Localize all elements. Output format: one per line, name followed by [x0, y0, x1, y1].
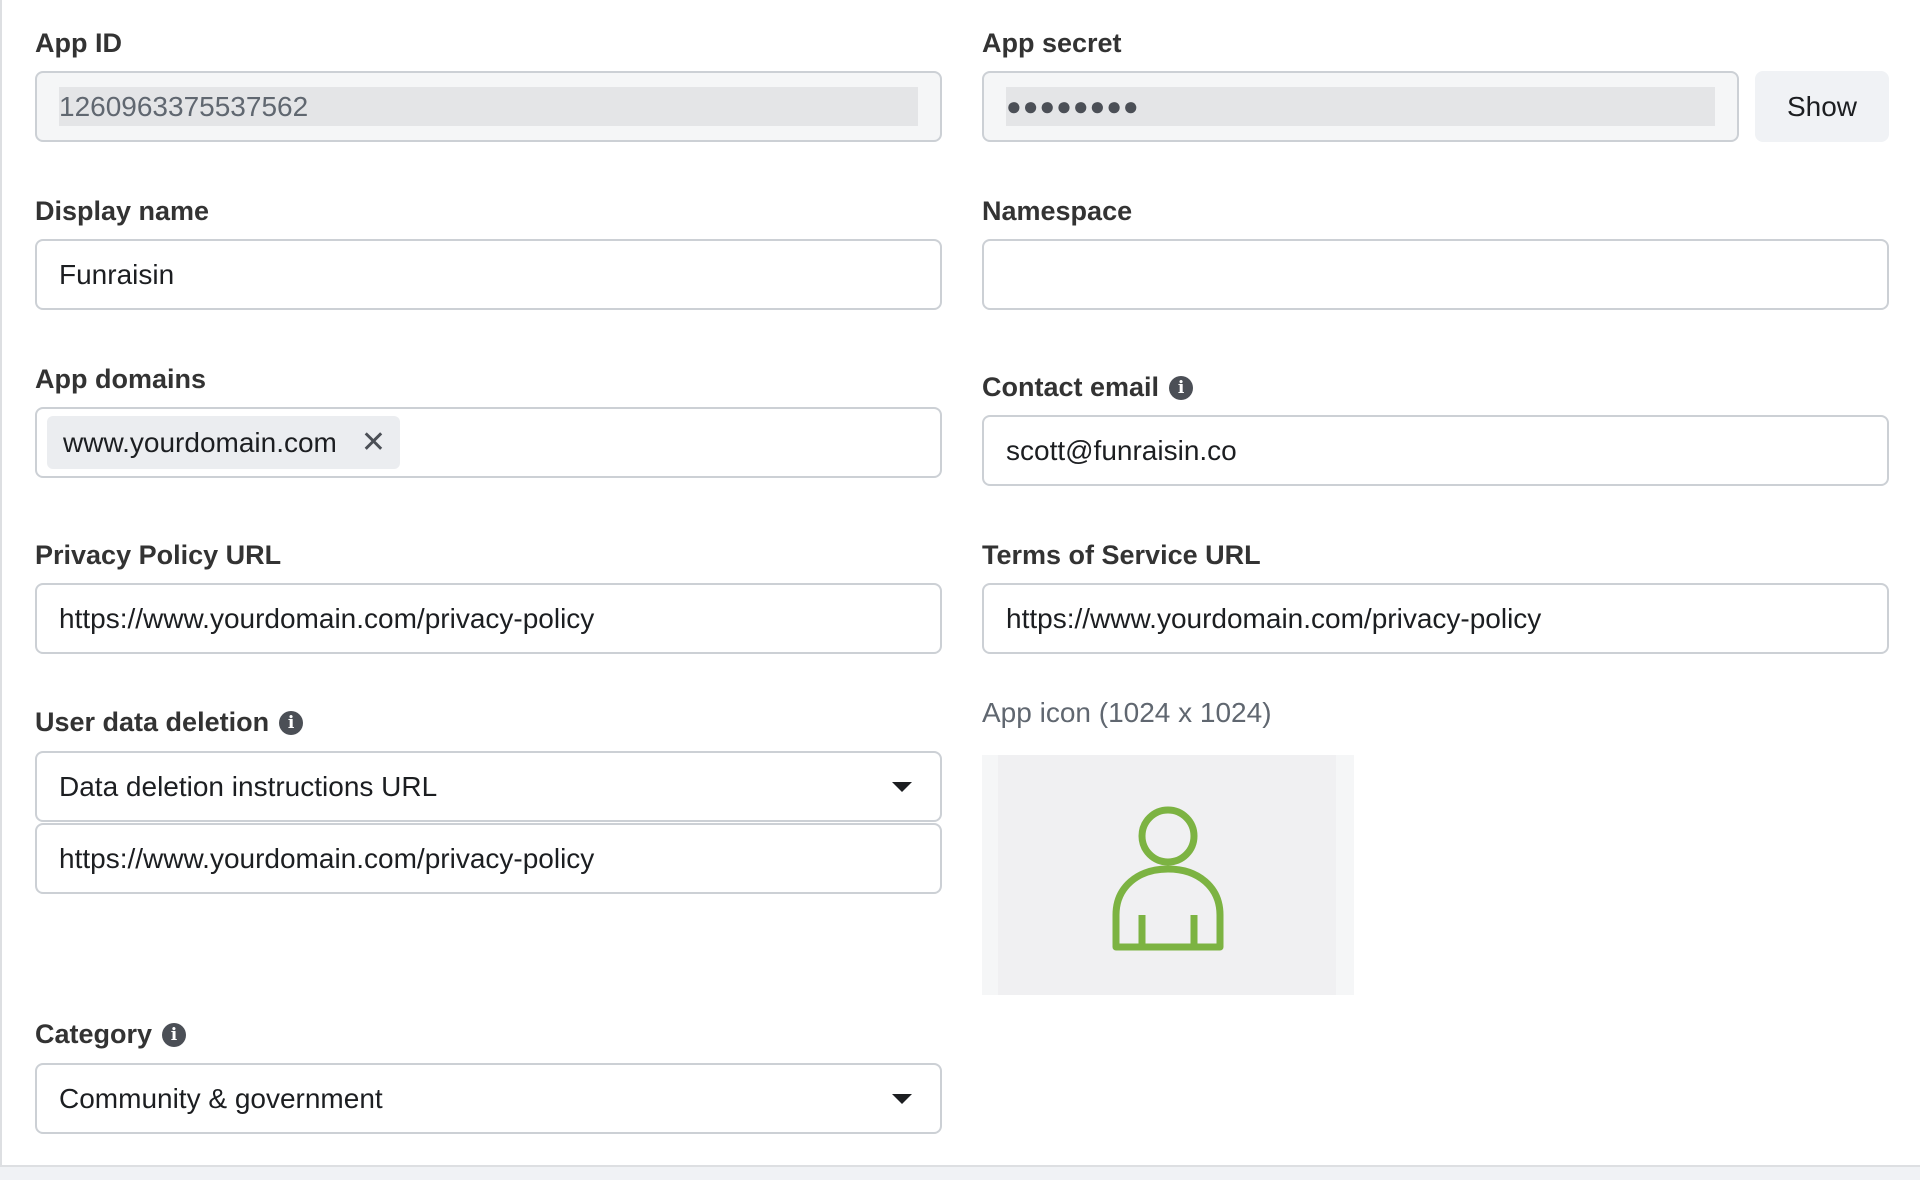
app-settings-panel: App ID 1260963375537562 App secret ●●●●●… [0, 0, 1920, 1167]
privacy-policy-value: https://www.yourdomain.com/privacy-polic… [59, 602, 595, 634]
terms-of-service-input[interactable]: https://www.yourdomain.com/privacy-polic… [982, 583, 1889, 654]
terms-of-service-value: https://www.yourdomain.com/privacy-polic… [1006, 602, 1542, 634]
app-id-value: 1260963375537562 [59, 90, 309, 122]
display-name-input[interactable]: Funraisin [35, 239, 942, 310]
domain-tag-label: www.yourdomain.com [63, 426, 337, 458]
app-id-field[interactable]: 1260963375537562 [35, 71, 942, 142]
category-selected: Community & government [59, 1082, 383, 1114]
terms-of-service-label: Terms of Service URL [982, 540, 1261, 570]
contact-email-input[interactable]: scott@funraisin.co [982, 415, 1889, 486]
data-deletion-url-value: https://www.yourdomain.com/privacy-polic… [59, 842, 595, 874]
namespace-label: Namespace [982, 196, 1133, 226]
app-icon-upload[interactable] [982, 755, 1354, 995]
user-data-deletion-label: User data deletion i [35, 707, 304, 738]
chevron-down-icon [892, 781, 912, 792]
app-secret-label: App secret [982, 28, 1122, 58]
user-data-deletion-selected: Data deletion instructions URL [59, 770, 438, 802]
remove-tag-icon[interactable]: ✕ [361, 427, 386, 458]
contact-email-label: Contact email i [982, 372, 1194, 403]
privacy-policy-label: Privacy Policy URL [35, 540, 282, 570]
app-domains-label: App domains [35, 364, 207, 394]
user-data-deletion-select[interactable]: Data deletion instructions URL [35, 751, 942, 822]
domain-tag: www.yourdomain.com ✕ [47, 416, 401, 469]
info-icon[interactable]: i [279, 710, 304, 735]
data-deletion-url-input[interactable]: https://www.yourdomain.com/privacy-polic… [35, 823, 942, 894]
app-secret-field[interactable]: ●●●●●●●● [982, 71, 1739, 142]
app-id-label: App ID [35, 28, 122, 58]
display-name-value: Funraisin [59, 258, 175, 290]
category-label: Category i [35, 1019, 187, 1050]
user-icon [1112, 806, 1224, 951]
app-icon-label: App icon (1024 x 1024) [982, 697, 1272, 728]
app-domains-input[interactable]: www.yourdomain.com ✕ [35, 407, 942, 478]
namespace-input[interactable] [982, 239, 1889, 310]
display-name-label: Display name [35, 196, 210, 226]
info-icon[interactable]: i [162, 1022, 187, 1047]
app-secret-value: ●●●●●●●● [1006, 91, 1140, 121]
privacy-policy-input[interactable]: https://www.yourdomain.com/privacy-polic… [35, 583, 942, 654]
contact-email-value: scott@funraisin.co [1006, 434, 1237, 466]
category-select[interactable]: Community & government [35, 1063, 942, 1134]
info-icon[interactable]: i [1169, 375, 1194, 400]
chevron-down-icon [892, 1093, 912, 1104]
show-secret-button[interactable]: Show [1755, 71, 1889, 142]
